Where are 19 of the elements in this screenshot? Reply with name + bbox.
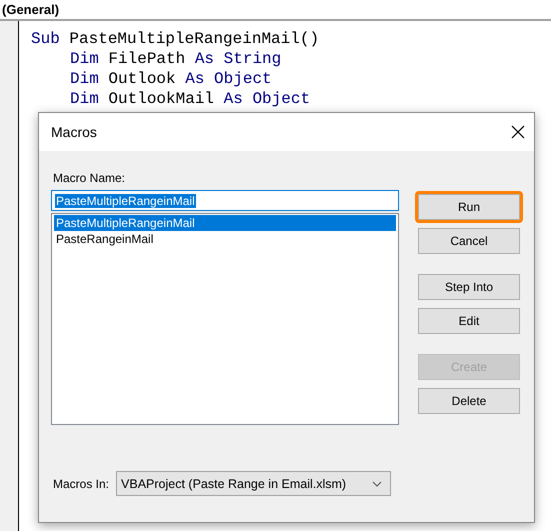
- dialog-button[interactable]: Edit: [418, 308, 520, 334]
- dialog-button[interactable]: Run: [418, 194, 520, 220]
- chevron-down-icon: [372, 480, 382, 486]
- macro-name-field[interactable]: PasteMultipleRangeinMail: [51, 190, 399, 211]
- macros-in-dropdown[interactable]: VBAProject (Paste Range in Email.xlsm): [116, 471, 392, 496]
- dialog-button[interactable]: Cancel: [418, 228, 520, 254]
- object-box[interactable]: (General): [0, 2, 60, 17]
- macro-name-label: Macro Name:: [53, 171, 126, 185]
- dialog-title: Macros: [51, 124, 97, 140]
- macros-in-label: Macros In:: [53, 476, 110, 490]
- close-icon[interactable]: [510, 124, 526, 140]
- macro-item[interactable]: PasteRangeinMail: [54, 231, 396, 247]
- macro-item[interactable]: PasteMultipleRangeinMail: [54, 215, 396, 231]
- code-line: Dim Outlook As Object: [69, 69, 273, 89]
- code-line: Sub PasteMultipleRangeinMail(): [31, 29, 320, 49]
- dialog-button[interactable]: Step Into: [418, 274, 520, 300]
- code-line: Dim FilePath As String: [69, 49, 282, 69]
- code-line: Dim OutlookMail As Object: [69, 89, 312, 109]
- dialog-button[interactable]: Delete: [418, 388, 520, 414]
